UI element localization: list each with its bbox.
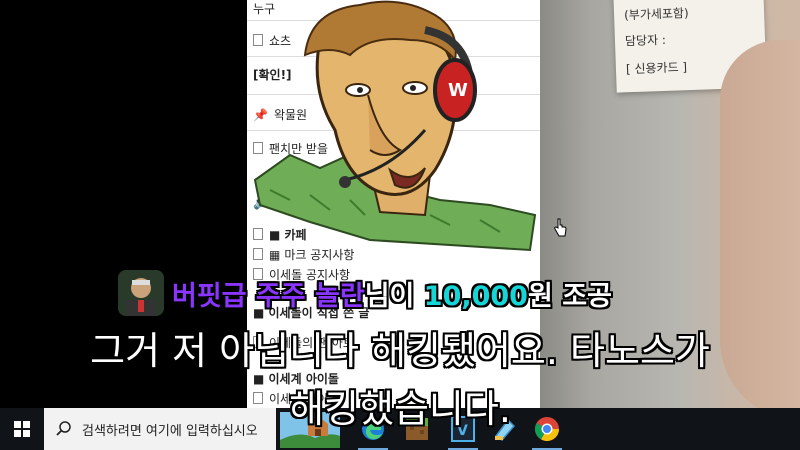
donation-connector: 님이 <box>364 280 424 312</box>
donor-name: 버핏급 주주 놀란 <box>172 280 365 312</box>
svg-text:W: W <box>448 80 468 101</box>
receipt-line: (부가세포함) <box>623 6 689 23</box>
donation-suffix: 원 조공 <box>527 280 612 312</box>
receipt-line: 담당자 : <box>624 32 667 49</box>
donor-avatar <box>118 270 164 316</box>
donation-alert: 버핏급 주주 놀란님이 10,000원 조공 <box>118 270 612 316</box>
cartoon-avatar: W <box>253 0 537 252</box>
subtitle-line-2: 해킹했습니다. <box>289 387 511 431</box>
receipt-line: [ 신용카드 ] <box>625 60 688 77</box>
hand-cursor-icon <box>554 218 567 237</box>
subtitle-line-1: 그거 저 아닙니다 해킹됐어요. 타노스가 <box>90 329 710 373</box>
donation-amount: 10,000 <box>423 280 528 312</box>
donation-message: 버핏급 주주 놀란님이 10,000원 조공 <box>172 274 612 313</box>
